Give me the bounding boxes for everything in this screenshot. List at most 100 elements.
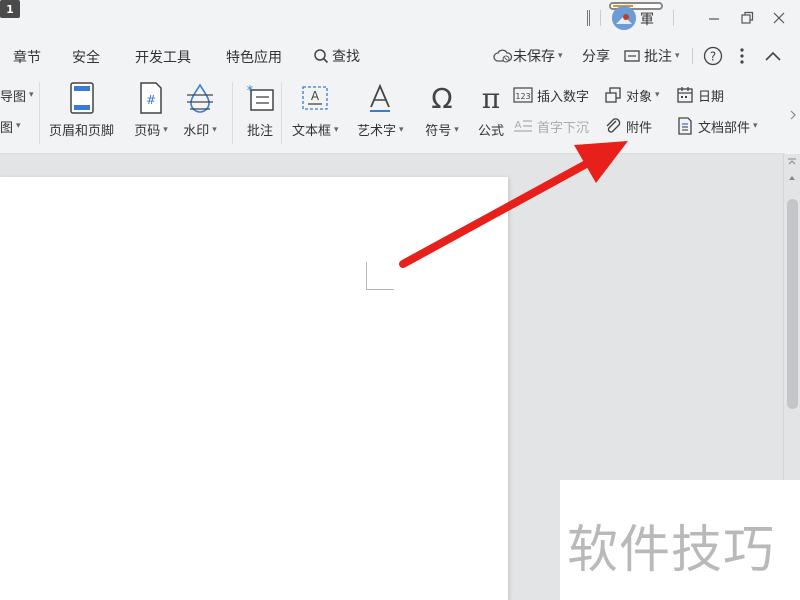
document-page[interactable] xyxy=(0,177,508,600)
page-number-button[interactable]: # 页码 ▾ xyxy=(133,80,169,139)
more-options-button[interactable] xyxy=(738,44,746,68)
drop-cap-icon: A xyxy=(514,120,532,132)
titlebar-divider xyxy=(673,10,674,26)
help-icon: ? xyxy=(703,46,723,66)
minimize-button[interactable] xyxy=(700,4,728,32)
insert-comment-label: 批注 xyxy=(246,124,273,139)
header-footer-label: 页眉和页脚 xyxy=(49,124,115,139)
close-button[interactable] xyxy=(765,4,793,32)
ribbon-divider xyxy=(281,82,282,144)
tab-security[interactable]: 安全 xyxy=(72,47,100,67)
document-parts-button[interactable]: 文档部件 ▾ xyxy=(676,115,758,137)
search-label: 查找 xyxy=(332,49,360,65)
comment-icon xyxy=(624,50,640,62)
tab-chapter[interactable]: 章节 xyxy=(13,47,41,67)
watermark-button[interactable]: 水印 ▾ xyxy=(182,80,218,139)
date-label: 日期 xyxy=(698,89,725,105)
close-icon xyxy=(773,12,785,24)
formula-label: 公式 xyxy=(477,124,504,139)
chevron-down-icon: ▾ xyxy=(16,121,21,131)
symbol-button[interactable]: Ω 符号 ▾ xyxy=(424,80,460,139)
svg-text:Ω: Ω xyxy=(431,83,452,113)
object-button[interactable]: 对象 ▾ xyxy=(604,84,660,106)
search-icon xyxy=(314,49,329,64)
scrollbar-thumb[interactable] xyxy=(787,199,798,409)
ribbon-scroll-button[interactable] xyxy=(785,76,800,154)
page-number-icon: # xyxy=(133,80,169,116)
chevron-down-icon: ▾ xyxy=(675,51,680,61)
chevron-down-icon: ▾ xyxy=(655,90,660,100)
drop-cap-label: 首字下沉 xyxy=(537,120,590,136)
menu-bar: 章节 安全 开发工具 特色应用 查找 未保存 ▾ 分享 批注 ▾ ? xyxy=(0,36,800,76)
chevron-down-icon: ▾ xyxy=(29,90,34,100)
attachment-button[interactable]: 附件 xyxy=(604,115,652,137)
document-parts-icon xyxy=(678,117,692,135)
page-number-label: 页码 xyxy=(134,124,161,139)
svg-text:?: ? xyxy=(710,50,716,64)
title-bar: 1 軍 xyxy=(0,0,800,36)
object-icon xyxy=(605,87,621,103)
partial-chart-button[interactable]: 图 ▾ xyxy=(0,115,21,137)
username[interactable]: 軍 xyxy=(640,9,654,29)
formula-button[interactable]: π 公式 xyxy=(473,80,509,139)
mind-map-button[interactable]: 导图 ▾ xyxy=(0,84,34,106)
scroll-top-icon xyxy=(788,158,796,180)
partial-chart-label: 图 xyxy=(0,120,14,136)
share-label: 分享 xyxy=(582,49,610,65)
cloud-icon xyxy=(493,49,513,63)
pi-formula-icon: π xyxy=(473,80,509,116)
minimize-icon xyxy=(709,18,719,20)
svg-text:#: # xyxy=(146,93,156,107)
comment-menu-label: 批注 xyxy=(644,49,672,65)
svg-text:π: π xyxy=(482,83,500,113)
chevron-down-icon: ▾ xyxy=(558,51,563,61)
avatar[interactable] xyxy=(612,6,636,30)
menu-divider xyxy=(692,44,693,68)
restore-button[interactable] xyxy=(733,4,761,32)
insert-comment-icon: * xyxy=(242,80,278,116)
chevron-down-icon: ▾ xyxy=(454,124,459,135)
page-margin-corner-mark xyxy=(366,262,394,290)
collapse-ribbon-button[interactable] xyxy=(763,44,783,68)
tab-special-apps[interactable]: 特色应用 xyxy=(226,47,282,67)
more-vertical-icon xyxy=(740,48,744,64)
save-status-button[interactable]: 未保存 ▾ xyxy=(493,44,563,68)
wordart-icon xyxy=(362,80,398,116)
svg-text:123: 123 xyxy=(515,92,530,101)
tab-developer-tools[interactable]: 开发工具 xyxy=(135,47,191,67)
watermark-label: 水印 xyxy=(183,124,210,139)
paperclip-icon xyxy=(606,118,621,133)
wordart-label: 艺术字 xyxy=(357,124,397,139)
insert-number-label: 插入数字 xyxy=(537,89,590,105)
svg-text:*: * xyxy=(247,84,254,99)
drop-cap-button[interactable]: A 首字下沉 xyxy=(513,115,589,137)
comment-menu-button[interactable]: 批注 ▾ xyxy=(623,44,680,68)
share-button[interactable]: 分享 xyxy=(582,44,610,68)
chevron-down-icon: ▾ xyxy=(399,124,404,135)
window-count-tail-icon xyxy=(587,10,590,26)
chevron-down-icon: ▾ xyxy=(163,124,168,135)
titlebar-divider xyxy=(600,10,601,26)
textbox-button[interactable]: A 文本框 ▾ xyxy=(292,80,339,139)
save-status-label: 未保存 xyxy=(513,49,555,65)
insert-comment-button[interactable]: * 批注 xyxy=(242,80,278,139)
header-footer-button[interactable]: 页眉和页脚 xyxy=(49,80,114,139)
date-button[interactable]: 日期 xyxy=(676,84,724,106)
chevron-down-icon: ▾ xyxy=(212,124,217,135)
window-count-badge[interactable]: 1 xyxy=(0,0,20,18)
symbol-label: 符号 xyxy=(425,124,452,139)
header-footer-icon xyxy=(64,80,100,116)
help-button[interactable]: ? xyxy=(703,44,723,68)
chevron-up-icon xyxy=(765,51,781,61)
chevron-down-icon: ▾ xyxy=(753,121,758,131)
search-button[interactable]: 查找 xyxy=(313,44,360,68)
wordart-button[interactable]: 艺术字 ▾ xyxy=(357,80,404,139)
textbox-label: 文本框 xyxy=(292,124,332,139)
omega-symbol-icon: Ω xyxy=(424,80,460,116)
insert-number-icon: 123 xyxy=(513,87,533,103)
insert-number-button[interactable]: 123 插入数字 xyxy=(513,84,589,106)
chevron-right-icon xyxy=(790,110,796,120)
restore-icon xyxy=(741,11,754,24)
textbox-icon: A xyxy=(297,80,333,116)
ribbon-divider xyxy=(39,82,40,144)
